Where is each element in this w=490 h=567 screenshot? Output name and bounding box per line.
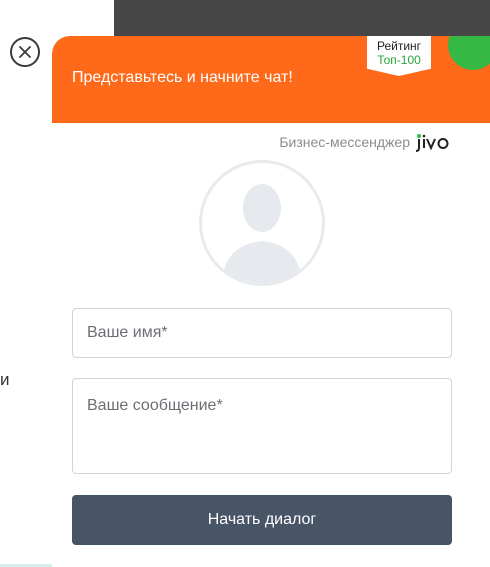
rating-badge-title: Рейтинг — [376, 39, 422, 53]
brand-row[interactable]: Бизнес-мессенджер — [279, 132, 450, 152]
jivo-logo-icon — [416, 132, 450, 152]
brand-label: Бизнес-мессенджер — [279, 134, 410, 150]
user-avatar-icon — [199, 160, 325, 286]
close-icon — [19, 46, 31, 58]
rating-badge-subtitle: Топ-100 — [377, 53, 421, 67]
close-button[interactable] — [10, 37, 40, 67]
chat-header: Рейтинг Топ-100 Представьтесь и начните … — [52, 36, 490, 123]
chat-widget: Рейтинг Топ-100 Представьтесь и начните … — [52, 36, 490, 567]
message-input[interactable] — [72, 378, 452, 474]
chat-header-title: Представьтесь и начните чат! — [72, 69, 293, 86]
background-text: и — [0, 370, 10, 389]
rating-badge[interactable]: Рейтинг Топ-100 — [367, 36, 431, 76]
green-corner-decoration — [448, 36, 490, 70]
start-dialog-button[interactable]: Начать диалог — [72, 495, 452, 545]
name-input[interactable] — [72, 308, 452, 358]
